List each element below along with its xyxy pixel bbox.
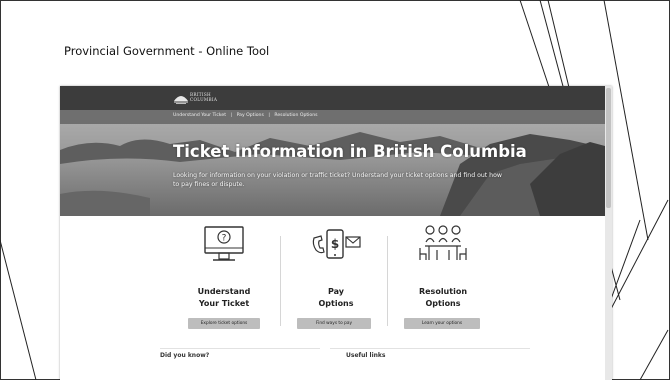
card-understand: ? Understand Your Ticket Explore ticket … [173,224,275,336]
learn-your-options-button[interactable]: Learn your options [404,318,480,329]
site-header: BRITISH COLUMBIA [60,86,605,110]
site-subnav: Understand Your Ticket | Pay Options | R… [60,110,605,124]
section-rule [330,348,530,349]
useful-links-heading: Useful links [346,352,386,359]
hero-description: Looking for information on your violatio… [173,172,502,188]
nav-separator: | [230,113,233,118]
nav-link-understand[interactable]: Understand Your Ticket [173,113,226,118]
logo-line-2: COLUMBIA [190,97,218,102]
bc-logo[interactable]: BRITISH COLUMBIA [173,92,221,105]
sun-logo-icon [174,96,188,104]
find-ways-to-pay-button[interactable]: Find ways to pay [297,318,371,329]
slide-heading: Provincial Government - Online Tool [64,44,270,58]
nav-separator: | [268,113,270,118]
hero-banner: Ticket information in British Columbia L… [60,124,605,216]
nav-link-pay[interactable]: Pay Options [237,113,264,118]
scrollbar[interactable] [605,86,612,380]
card-title-line: Resolution [418,287,468,296]
logo-text: BRITISH COLUMBIA [190,92,217,102]
hero-landscape-image [60,124,605,216]
card-title-line: Your Ticket [198,299,250,308]
card-title: Understand Your Ticket [173,286,275,310]
card-title-line: Options [425,299,461,308]
svg-text:$: $ [331,237,339,251]
phone-payment-icon: $ [285,224,387,268]
card-divider [387,236,388,326]
scrollbar-thumb[interactable] [606,88,611,208]
people-meeting-icon [392,224,494,268]
nav-link-resolution[interactable]: Resolution Options [274,113,317,118]
card-resolution: Resolution Options Learn your options [392,224,494,336]
card-title-line: Pay [327,287,344,296]
card-divider [280,236,281,326]
card-title: Resolution Options [392,286,494,310]
website-screenshot: BRITISH COLUMBIA Understand Your Ticket … [60,86,612,380]
card-title-line: Understand [197,287,251,296]
hero-title: Ticket information in British Columbia [173,142,527,161]
svg-text:?: ? [222,234,227,244]
card-title-line: Options [318,299,354,308]
card-title: Pay Options [285,286,387,310]
monitor-question-icon: ? [173,224,275,268]
explore-ticket-options-button[interactable]: Explore ticket options [188,318,260,329]
card-pay: $ Pay Options Find ways to pay [285,224,387,336]
section-rule [160,348,320,349]
did-you-know-heading: Did you know? [160,352,210,359]
